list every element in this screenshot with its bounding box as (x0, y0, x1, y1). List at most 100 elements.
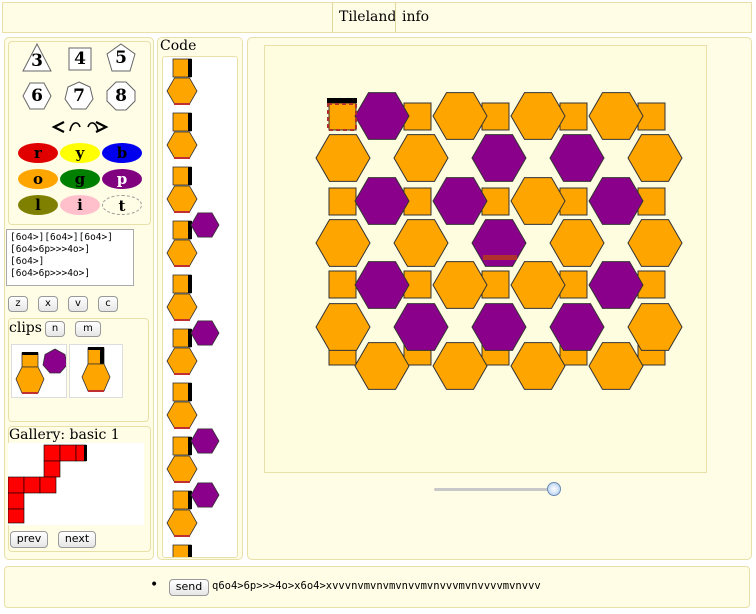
square-tile (328, 102, 357, 131)
hexagon-tile (354, 177, 410, 225)
clips-title: clips (9, 320, 42, 336)
square-tile (328, 270, 357, 299)
color-purple-button[interactable]: p (102, 169, 142, 189)
gallery-prev-button[interactable]: prev (10, 531, 48, 548)
clip-thumbnail-1[interactable] (11, 344, 68, 398)
code-edge (188, 275, 192, 293)
code-marker (174, 427, 190, 429)
code-marker (174, 265, 190, 267)
hexagon-tile (627, 134, 683, 182)
gallery-next-button[interactable]: next (58, 531, 96, 548)
clips-n-button[interactable]: n (45, 321, 65, 337)
color-green-button[interactable]: g (60, 169, 100, 189)
code-title: Code (160, 38, 197, 54)
color-blue-button[interactable]: b (102, 143, 142, 163)
code-hexagon (166, 455, 198, 483)
clips-m-button[interactable]: m (75, 321, 101, 337)
code-hexagon (166, 509, 198, 537)
hexagon-tile (510, 177, 566, 225)
code-hexagon (166, 347, 198, 375)
hexagon-tile (315, 134, 371, 182)
rotate-arrows-icon[interactable] (50, 117, 110, 137)
code-marker (174, 373, 190, 375)
slider-thumb[interactable] (546, 482, 561, 496)
shape-5-button[interactable]: 5 (106, 43, 136, 73)
shape-3-button[interactable]: 3 (22, 43, 52, 73)
hexagon-tile (549, 303, 605, 351)
clip-thumbnail-2[interactable] (69, 344, 123, 398)
hexagon-tile (393, 219, 449, 267)
hexagon-tile (432, 92, 488, 140)
code-hexagon (166, 293, 198, 321)
color-red-button[interactable]: r (18, 143, 58, 163)
info-button[interactable]: info (396, 3, 435, 32)
code-editor-textarea[interactable]: [6o4>][6o4>][6o4>] [6o4>6p>>>4o>] [6o4>]… (6, 229, 134, 286)
gallery-preview (7, 443, 144, 525)
hexagon-tile (432, 177, 488, 225)
tileland-button[interactable]: Tileland (333, 3, 402, 32)
color-pink-button[interactable]: i (60, 195, 100, 215)
code-hexagon (166, 77, 198, 105)
x-button[interactable]: x (38, 296, 58, 312)
shape-6-button[interactable]: 6 (22, 81, 52, 111)
code-marker (174, 211, 190, 213)
top-bar: Tileland info (2, 2, 752, 33)
shape-6-label: 6 (31, 86, 43, 106)
code-list[interactable] (162, 56, 238, 558)
hexagon-tile (627, 219, 683, 267)
hexagon-tile (510, 92, 566, 140)
command-bullet: • (150, 577, 159, 593)
hexagon-tile (471, 134, 527, 182)
hexagon-tile (588, 92, 644, 140)
code-edge (188, 383, 192, 401)
shape-3-label: 3 (31, 51, 43, 71)
hexagon-tile (354, 342, 410, 390)
c-button[interactable]: c (98, 296, 118, 312)
hexagon-tile (510, 261, 566, 309)
code-hexagon (166, 239, 198, 267)
hexagon-tile (549, 219, 605, 267)
shape-7-label: 7 (73, 86, 85, 106)
hexagon-tile (510, 342, 566, 390)
shape-8-button[interactable]: 8 (106, 81, 136, 111)
shape-4-button[interactable]: 4 (65, 45, 95, 75)
code-marker (174, 481, 190, 483)
v-button[interactable]: v (68, 296, 88, 312)
zoom-slider[interactable] (434, 482, 564, 496)
color-yellow-button[interactable]: y (60, 143, 100, 163)
cursor-edge (327, 98, 357, 103)
code-marker (174, 535, 190, 537)
hexagon-tile (432, 261, 488, 309)
code-edge (188, 167, 192, 185)
code-purple-hexagon (190, 320, 220, 346)
code-hexagon (166, 185, 198, 213)
code-hexagon (166, 131, 198, 159)
code-edge (188, 545, 192, 557)
color-transparent-button[interactable]: t (102, 195, 142, 215)
command-text: q6o4>6p>>>4o>x6o4>xvvvnvmvnvmvnvvmvnvvvm… (212, 580, 541, 592)
code-marker (174, 157, 190, 159)
shape-7-button[interactable]: 7 (64, 81, 94, 111)
hexagon-tile (393, 303, 449, 351)
tiling-drawing (315, 92, 683, 390)
hexagon-tile (393, 134, 449, 182)
shape-4-label: 4 (74, 49, 86, 69)
color-orange-button[interactable]: o (18, 169, 58, 189)
z-button[interactable]: z (8, 296, 28, 312)
hexagon-tile (354, 92, 410, 140)
hexagon-tile (588, 342, 644, 390)
code-hexagon (166, 401, 198, 429)
hexagon-tile (471, 303, 527, 351)
tiling-canvas[interactable] (264, 45, 707, 473)
gallery-title: Gallery: basic 1 (9, 427, 120, 443)
code-purple-hexagon (190, 428, 220, 454)
code-tiles (166, 58, 220, 557)
code-edge (188, 59, 192, 77)
send-button[interactable]: send (169, 579, 209, 596)
hexagon-tile (588, 261, 644, 309)
color-olive-button[interactable]: l (18, 195, 58, 215)
code-purple-hexagon (190, 482, 220, 508)
hexagon-tile (588, 177, 644, 225)
hexagon-tile (549, 134, 605, 182)
hexagon-tile (354, 261, 410, 309)
